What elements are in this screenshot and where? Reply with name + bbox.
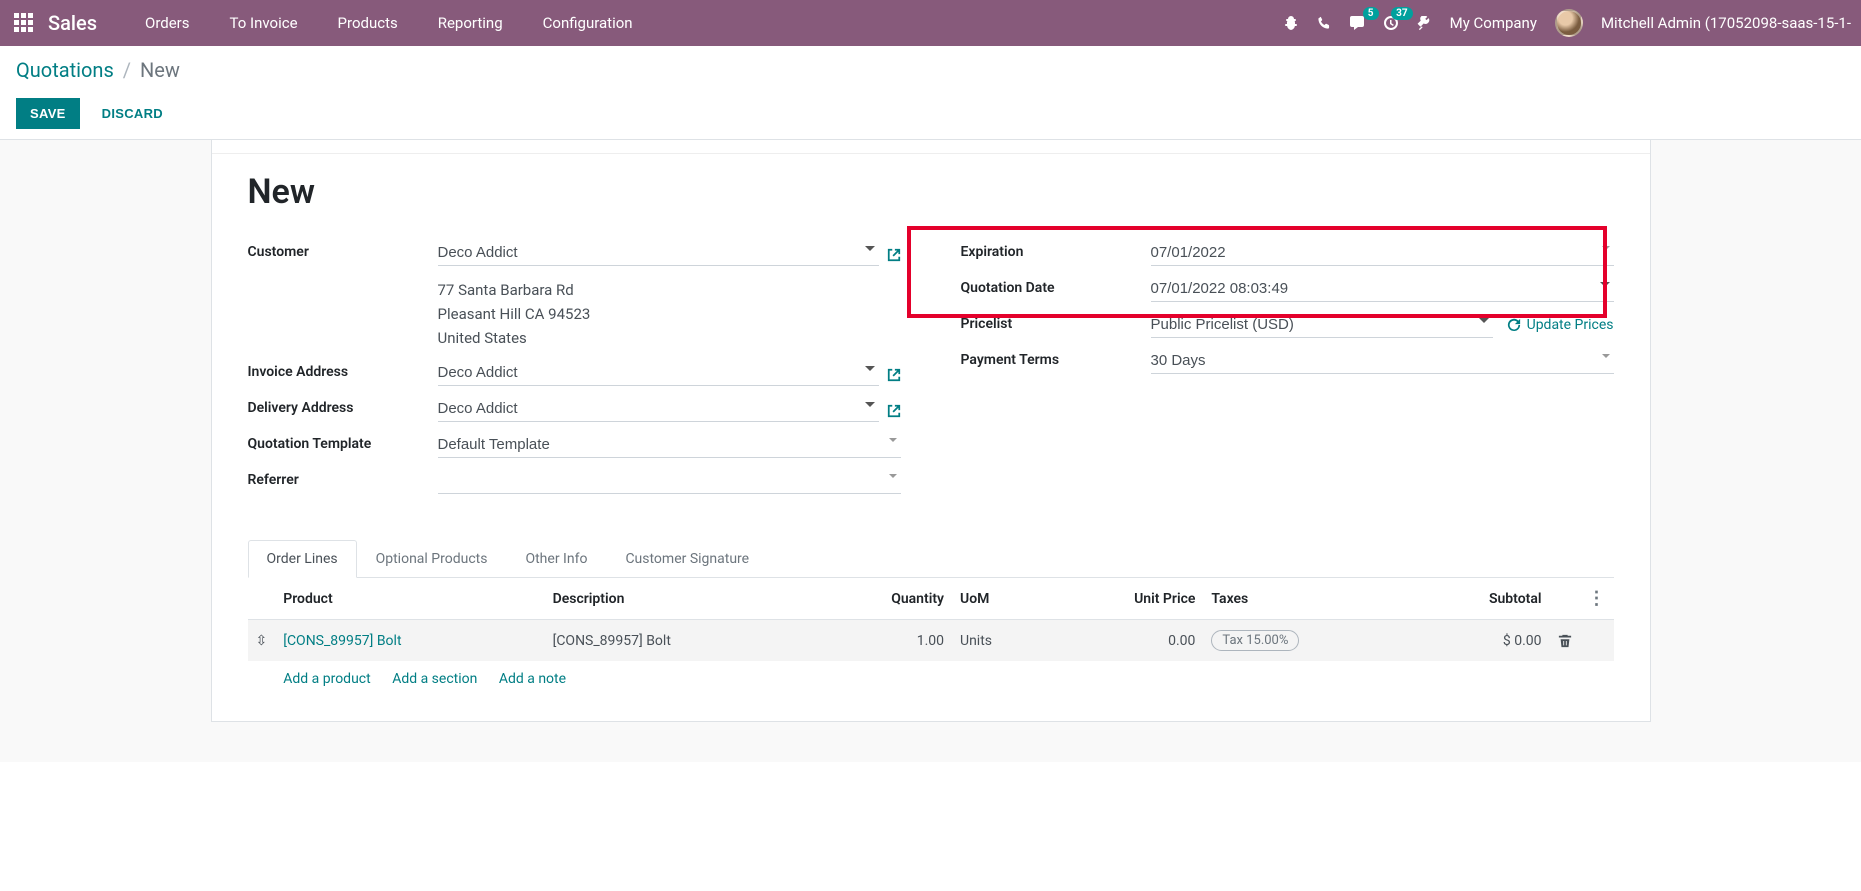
- activities-badge: 37: [1391, 7, 1412, 20]
- debug-icon[interactable]: [1283, 15, 1299, 31]
- col-unit-price[interactable]: Unit Price: [1048, 578, 1203, 620]
- external-link-icon[interactable]: [887, 400, 901, 418]
- line-unit-price[interactable]: 0.00: [1048, 620, 1203, 662]
- table-row[interactable]: ⇳ [CONS_89957] Bolt [CONS_89957] Bolt 1.…: [248, 620, 1614, 662]
- messaging-badge: 5: [1363, 7, 1379, 20]
- add-section-link[interactable]: Add a section: [392, 671, 477, 687]
- record-title: New: [248, 172, 1614, 212]
- form-sheet: New Customer: [211, 140, 1651, 722]
- app-brand[interactable]: Sales: [48, 11, 97, 35]
- top-navbar: Sales Orders To Invoice Products Reporti…: [0, 0, 1861, 46]
- columns-menu-icon[interactable]: ⋮: [1588, 588, 1606, 609]
- quotation-date-label: Quotation Date: [961, 276, 1151, 296]
- quotation-template-label: Quotation Template: [248, 432, 438, 452]
- col-product[interactable]: Product: [275, 578, 544, 620]
- expiration-label: Expiration: [961, 240, 1151, 260]
- breadcrumb-current: New: [140, 58, 180, 82]
- payment-terms-field[interactable]: [1151, 348, 1614, 374]
- col-subtotal[interactable]: Subtotal: [1412, 578, 1550, 620]
- line-subtotal: $ 0.00: [1412, 620, 1550, 662]
- line-uom[interactable]: Units: [952, 620, 1048, 662]
- nav-products[interactable]: Products: [318, 14, 418, 32]
- company-selector[interactable]: My Company: [1450, 14, 1537, 32]
- customer-label: Customer: [248, 240, 438, 260]
- update-prices-button[interactable]: Update Prices: [1507, 317, 1614, 333]
- expiration-field[interactable]: [1151, 240, 1614, 266]
- line-tax[interactable]: Tax 15.00%: [1211, 630, 1299, 651]
- referrer-field[interactable]: [438, 468, 901, 494]
- col-quantity[interactable]: Quantity: [814, 578, 952, 620]
- nav-reporting[interactable]: Reporting: [418, 14, 523, 32]
- breadcrumb-root[interactable]: Quotations: [16, 58, 114, 82]
- pricelist-field[interactable]: [1151, 312, 1493, 338]
- refresh-icon: [1507, 318, 1521, 332]
- nav-to-invoice[interactable]: To Invoice: [210, 14, 318, 32]
- referrer-label: Referrer: [248, 468, 438, 488]
- col-uom[interactable]: UoM: [952, 578, 1048, 620]
- col-description[interactable]: Description: [545, 578, 814, 620]
- activities-icon[interactable]: 37: [1383, 15, 1399, 31]
- customer-field[interactable]: [438, 240, 879, 266]
- invoice-address-label: Invoice Address: [248, 360, 438, 380]
- external-link-icon[interactable]: [887, 364, 901, 382]
- tools-icon[interactable]: [1417, 16, 1432, 31]
- nav-configuration[interactable]: Configuration: [523, 14, 653, 32]
- control-panel: Quotations / New SAVE DISCARD: [0, 46, 1861, 140]
- quotation-date-field[interactable]: [1151, 276, 1614, 302]
- nav-menu: Orders To Invoice Products Reporting Con…: [125, 14, 653, 32]
- external-link-icon[interactable]: [887, 244, 901, 262]
- phone-icon[interactable]: [1317, 16, 1331, 30]
- discard-button[interactable]: DISCARD: [88, 98, 177, 129]
- line-quantity[interactable]: 1.00: [814, 620, 952, 662]
- quotation-template-field[interactable]: [438, 432, 901, 458]
- save-button[interactable]: SAVE: [16, 98, 80, 129]
- col-taxes[interactable]: Taxes: [1203, 578, 1412, 620]
- line-description[interactable]: [CONS_89957] Bolt: [545, 620, 814, 662]
- line-product[interactable]: [CONS_89957] Bolt: [283, 633, 401, 649]
- breadcrumb: Quotations / New: [16, 58, 1845, 82]
- invoice-address-field[interactable]: [438, 360, 879, 386]
- notebook-tabs: Order Lines Optional Products Other Info…: [248, 540, 1614, 578]
- nav-orders[interactable]: Orders: [125, 14, 210, 32]
- apps-icon[interactable]: [14, 13, 34, 33]
- delete-line-icon[interactable]: [1550, 620, 1580, 662]
- order-lines-table: Product Description Quantity UoM Unit Pr…: [248, 578, 1614, 697]
- tab-customer-signature[interactable]: Customer Signature: [606, 540, 768, 578]
- customer-address: 77 Santa Barbara Rd Pleasant Hill CA 945…: [438, 278, 901, 350]
- tab-optional-products[interactable]: Optional Products: [357, 540, 507, 578]
- user-menu[interactable]: Mitchell Admin (17052098-saas-15-1-: [1601, 14, 1851, 32]
- pricelist-label: Pricelist: [961, 312, 1151, 332]
- avatar[interactable]: [1555, 9, 1583, 37]
- messaging-icon[interactable]: 5: [1349, 15, 1365, 31]
- add-note-link[interactable]: Add a note: [499, 671, 566, 687]
- delivery-address-label: Delivery Address: [248, 396, 438, 416]
- add-product-link[interactable]: Add a product: [283, 671, 370, 687]
- tab-other-info[interactable]: Other Info: [506, 540, 606, 578]
- tab-order-lines[interactable]: Order Lines: [248, 540, 357, 578]
- delivery-address-field[interactable]: [438, 396, 879, 422]
- payment-terms-label: Payment Terms: [961, 348, 1151, 368]
- drag-handle-icon[interactable]: ⇳: [248, 620, 276, 662]
